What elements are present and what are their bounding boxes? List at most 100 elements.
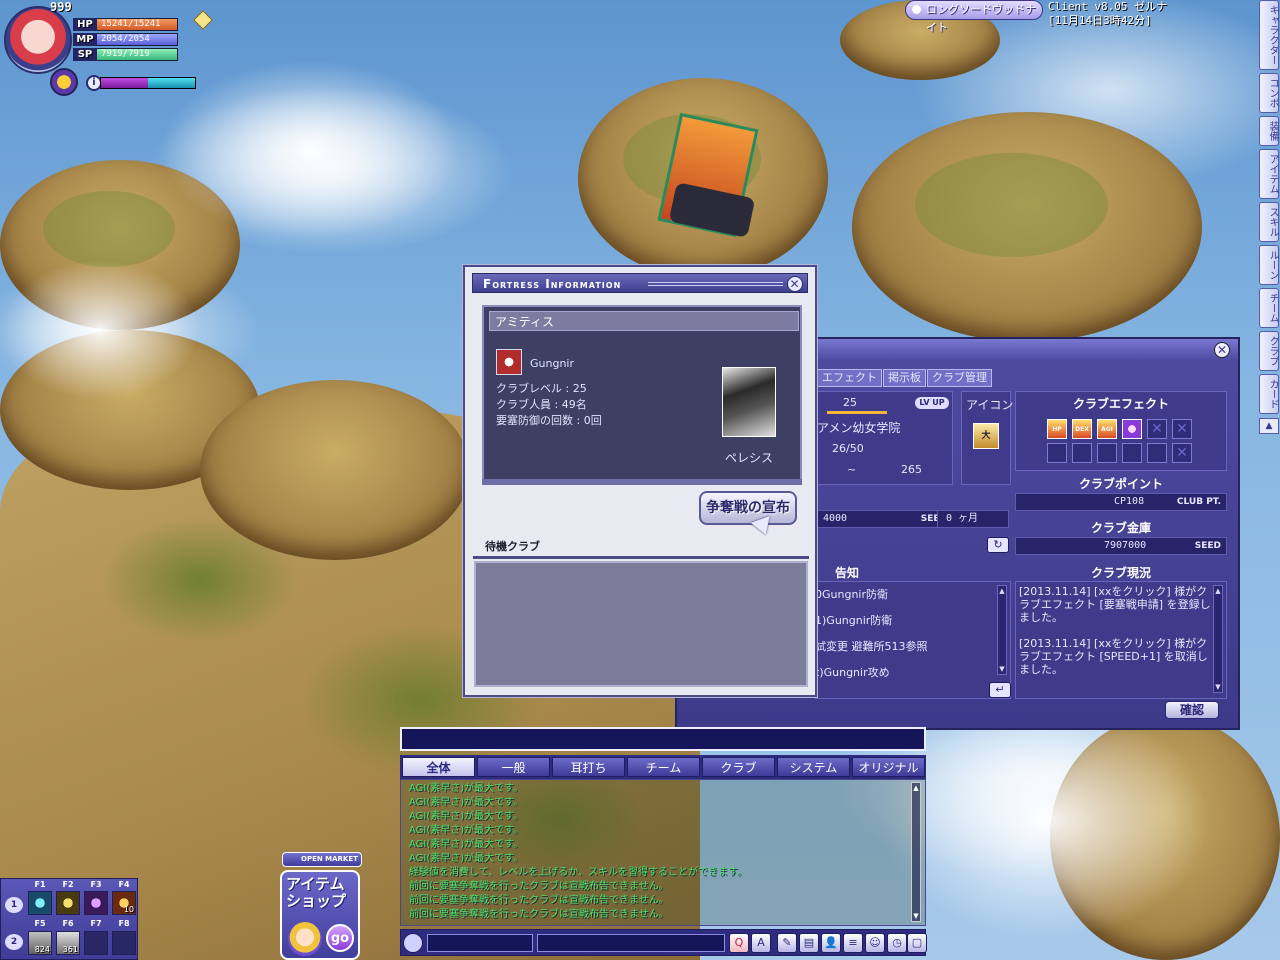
lvup-button[interactable]: LV UP [915,397,949,409]
confirm-button[interactable]: 確認 [1165,701,1219,719]
tab-runes[interactable]: ルーン [1259,245,1279,285]
club-members-stat: クラブ人員 : 49名 [496,398,587,411]
notice-item[interactable]: 試変更 避難所513参照 [815,638,928,654]
chat-tab-general[interactable]: 一般 [477,757,550,777]
tab-items[interactable]: アイテム [1259,149,1279,199]
chat-input-bar: Q A ✎ ▤ 👤 ≡ ☺ ◷ ▢ [400,929,927,956]
chat-mode-icon[interactable] [403,933,423,953]
club-close-button[interactable]: ✕ [1214,342,1230,358]
effect-empty-slot[interactable] [1097,443,1117,463]
tab-club-manage[interactable]: クラブ管理 [927,369,992,387]
guardian-portrait [722,367,776,437]
club-point-unit: CLUB PT. [1176,497,1221,507]
tab-cards[interactable]: カード [1259,374,1279,414]
shop-go-button[interactable]: go [326,924,354,952]
hotkey-slot[interactable] [84,931,108,955]
fortress-panel: アミティス Gungnir クラブレベル : 25 クラブ人員 : 49名 要塞… [482,305,802,485]
vault-unit: SEED [1194,541,1221,551]
hotkey-slot[interactable] [28,891,52,915]
menu-icon[interactable]: ≡ [843,933,863,953]
declare-war-button[interactable]: 争奪戦の宣布 [699,491,797,525]
quest-icon[interactable]: Q [729,933,749,953]
effect-empty-slot[interactable] [1047,443,1067,463]
chat-target-input[interactable] [427,934,533,952]
tab-club-effect[interactable]: エフェクト [817,369,882,387]
waiting-clubs-label: 待機クラブ [485,540,540,553]
tab-club-board[interactable]: 掲示板 [883,369,926,387]
tab-club[interactable]: クラブ [1259,331,1279,371]
fkey-label: F2 [62,880,74,889]
hp-label: HP [73,18,97,31]
client-info: Client v8.05 ゼルナ [11月14日3時42分] [1048,0,1167,28]
sp-value: 7919/7919 [101,49,150,59]
effect-dex-icon[interactable]: DEX [1072,419,1092,439]
list-icon[interactable]: ▤ [799,933,819,953]
tab-team[interactable]: チーム [1259,288,1279,328]
vault-title: クラブ金庫 [1090,521,1151,535]
tab-character[interactable]: キャラクター [1259,0,1279,70]
emote-icon[interactable]: ☺ [865,933,885,953]
hotkey-slot[interactable]: 10 [112,891,136,915]
chat-scrollbar[interactable]: ▲ ▼ [911,782,921,922]
fortress-titlebar[interactable]: Fortress Information ✕ [472,273,808,293]
notice-item[interactable]: t)Gungnir攻め [815,664,890,680]
effect-empty-slot[interactable] [1122,443,1142,463]
friend-icon[interactable]: 👤 [821,933,841,953]
chat-tab-whisper[interactable]: 耳打ち [552,757,625,777]
notice-enter-button[interactable]: ↵ [989,682,1011,698]
collapse-arrow-icon[interactable]: ▲ [1259,418,1279,434]
notice-item[interactable]: 0Gungnir防衛 [815,586,888,602]
chat-log[interactable]: AGI(素早さ)が最大です。 AGI(素早さ)が最大です。 AGI(素早さ)が最… [400,779,926,926]
status-scrollbar[interactable]: ▲ ▼ [1213,585,1223,693]
hotkey-row-2[interactable]: 2 [5,934,23,950]
effect-magic-icon[interactable] [1122,419,1142,439]
item-shop-label: アイテムショップ [286,875,347,910]
chat-tab-all[interactable]: 全体 [402,757,475,777]
guide-icon[interactable]: A [751,933,771,953]
effect-empty-slot[interactable] [1147,443,1167,463]
tab-combo[interactable]: コンボ [1259,73,1279,113]
chat-tab-original[interactable]: オリジナル [852,757,925,777]
club-emblem-icon[interactable]: 大 [973,423,999,449]
tab-skills[interactable]: スキル [1259,202,1279,242]
item-shop-button[interactable]: アイテムショップ go [280,870,360,960]
class-emblem-icon[interactable] [50,68,78,96]
server-name[interactable]: ロングソードヴッドナイト [905,0,1043,34]
vault-field: 7907000 SEED [1015,537,1227,555]
waiting-clubs-list[interactable] [474,561,808,687]
effect-agi-icon[interactable]: AGI [1097,419,1117,439]
hotkey-slot[interactable]: 361 [56,931,80,955]
notice-scrollbar[interactable]: ▲ ▼ [997,585,1007,675]
cloud [0,260,200,400]
hotkey-slot[interactable]: 824 [28,931,52,955]
fortress-close-button[interactable]: ✕ [787,276,803,292]
clock-icon[interactable]: ◷ [887,933,907,953]
tab-equipment[interactable]: 装備 [1259,116,1279,146]
edit-icon[interactable]: ✎ [777,933,797,953]
notice-item[interactable]: 1)Gungnir防衛 [815,612,892,628]
hotkey-slot[interactable] [84,891,108,915]
club-school: アメン幼女学院 [817,421,901,435]
character-portrait[interactable] [4,6,72,74]
window-icon[interactable]: ▢ [907,933,927,953]
chat-line: AGI(素早さ)が最大です。 [409,797,524,808]
hotkey-slot[interactable] [112,931,136,955]
cloud [160,60,460,240]
range-value: 265 [901,463,922,476]
hotkey-row-1[interactable]: 1 [5,897,23,913]
chat-tab-club[interactable]: クラブ [702,757,775,777]
effect-empty-slot[interactable] [1072,443,1092,463]
floating-rock [200,380,470,560]
seed-field: 4000 SEED [817,510,953,528]
waiting-divider [473,556,809,559]
fkey-label: F1 [34,880,46,889]
chat-tab-team[interactable]: チーム [627,757,700,777]
shop-mascot-icon [288,922,322,956]
chat-message-input[interactable] [537,934,725,952]
effect-hp-icon[interactable]: HP [1047,419,1067,439]
refresh-button[interactable]: ↻ [987,537,1009,553]
chat-header-field[interactable] [400,727,926,751]
open-market-button[interactable]: OPEN MARKET [282,852,362,867]
chat-tab-system[interactable]: システム [777,757,850,777]
hotkey-slot[interactable] [56,891,80,915]
